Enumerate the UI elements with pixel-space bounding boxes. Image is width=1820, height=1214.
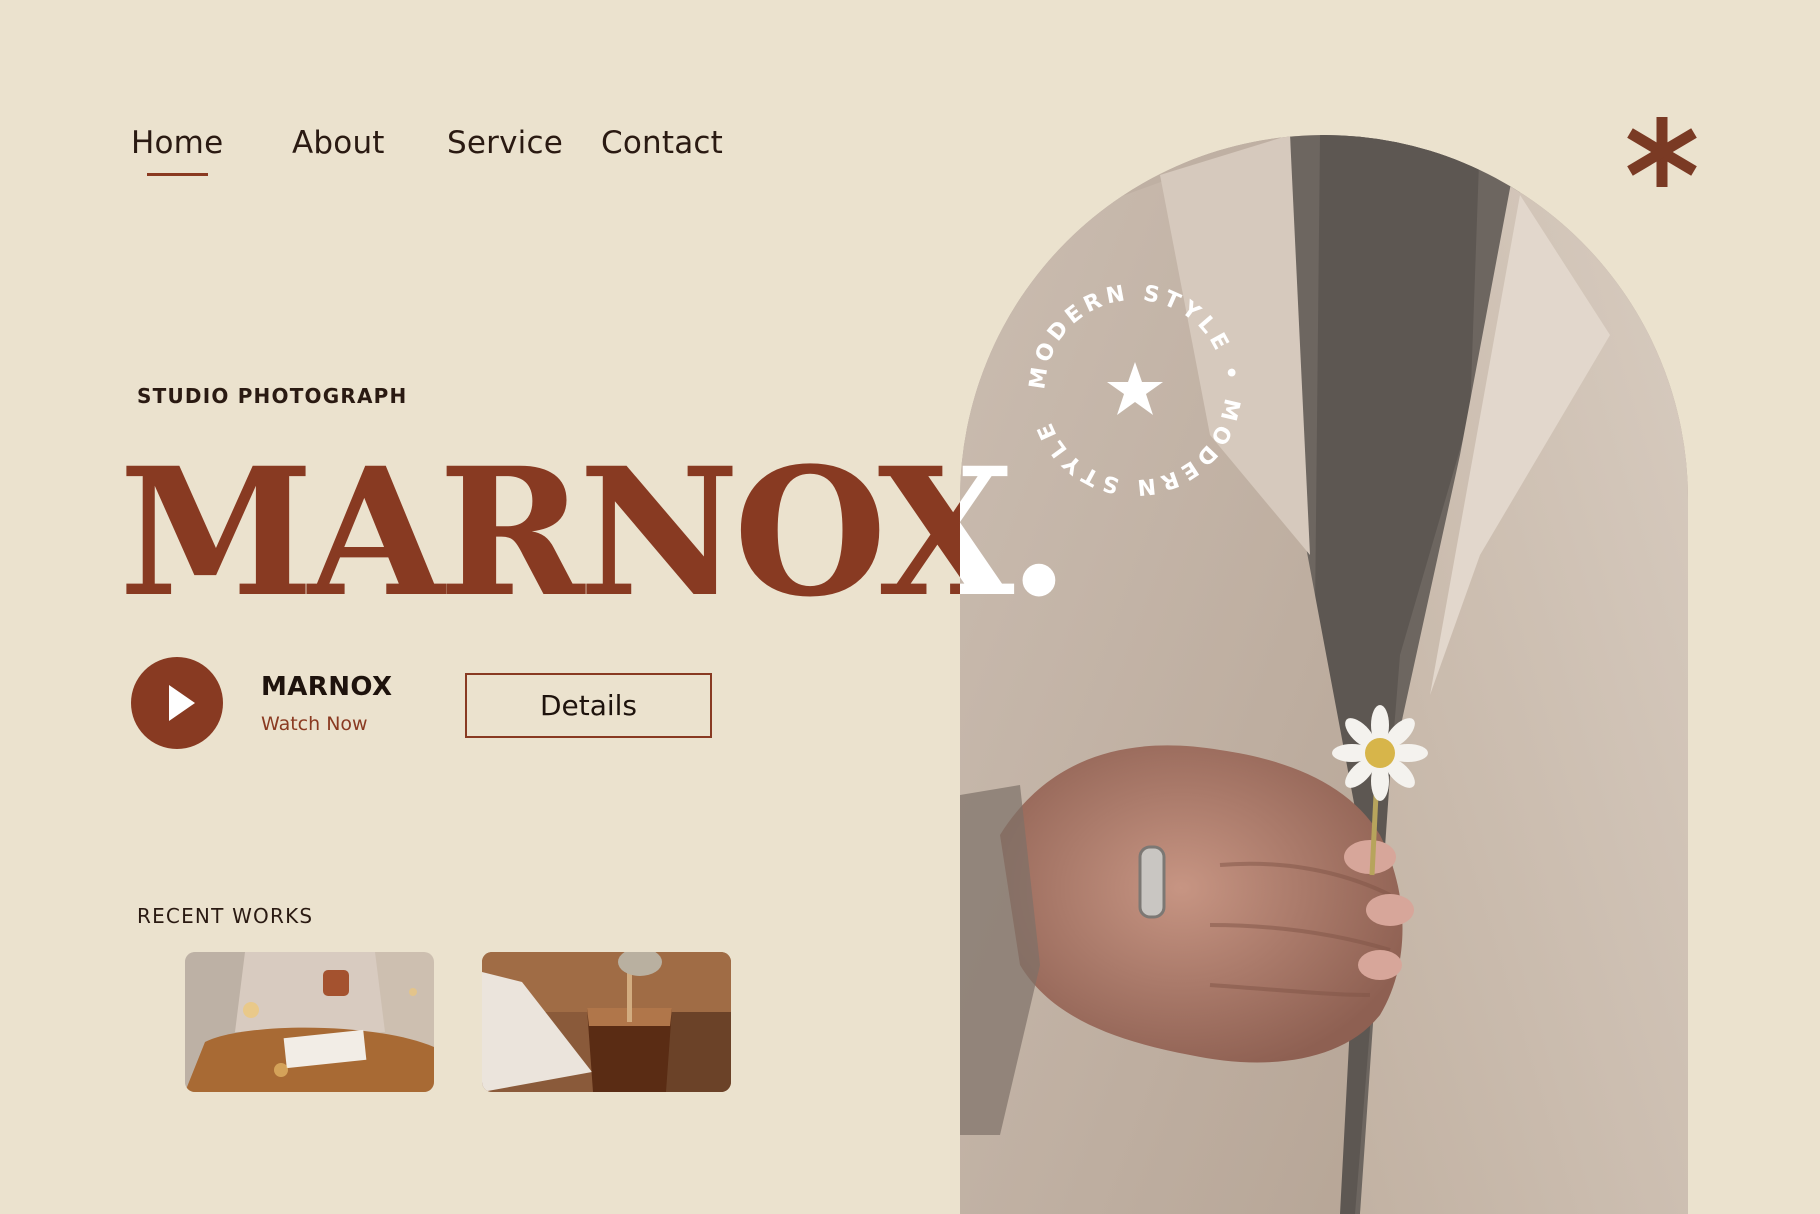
nav-home-link[interactable]: Home (131, 125, 223, 161)
watch-now-link[interactable]: Watch Now (261, 713, 368, 735)
play-button[interactable] (131, 657, 223, 749)
recent-work-thumbnail-2[interactable] (482, 952, 731, 1092)
brand-wordmark: MARNOX. MARNOX. (119, 429, 1070, 636)
brand-text-dark: MARNOX. (119, 429, 1064, 636)
nav-contact-link[interactable]: Contact (601, 125, 723, 161)
star-icon (1107, 362, 1163, 415)
recent-works-heading: RECENT WORKS (137, 904, 314, 928)
modern-style-badge: MODERN STYLE • MODERN STYLE (1025, 281, 1239, 500)
recent-work-thumbnail-1[interactable] (185, 952, 434, 1092)
nav-about-link[interactable]: About (292, 125, 385, 161)
play-title: MARNOX (261, 672, 393, 702)
play-icon (169, 685, 195, 721)
nav-active-underline (147, 173, 208, 176)
iced-coffee-image (482, 952, 731, 1092)
hero-subtitle: STUDIO PHOTOGRAPH (137, 384, 408, 408)
nav-service-link[interactable]: Service (447, 125, 563, 161)
details-button[interactable]: Details (465, 673, 712, 738)
reading-with-cup-image (185, 952, 434, 1092)
